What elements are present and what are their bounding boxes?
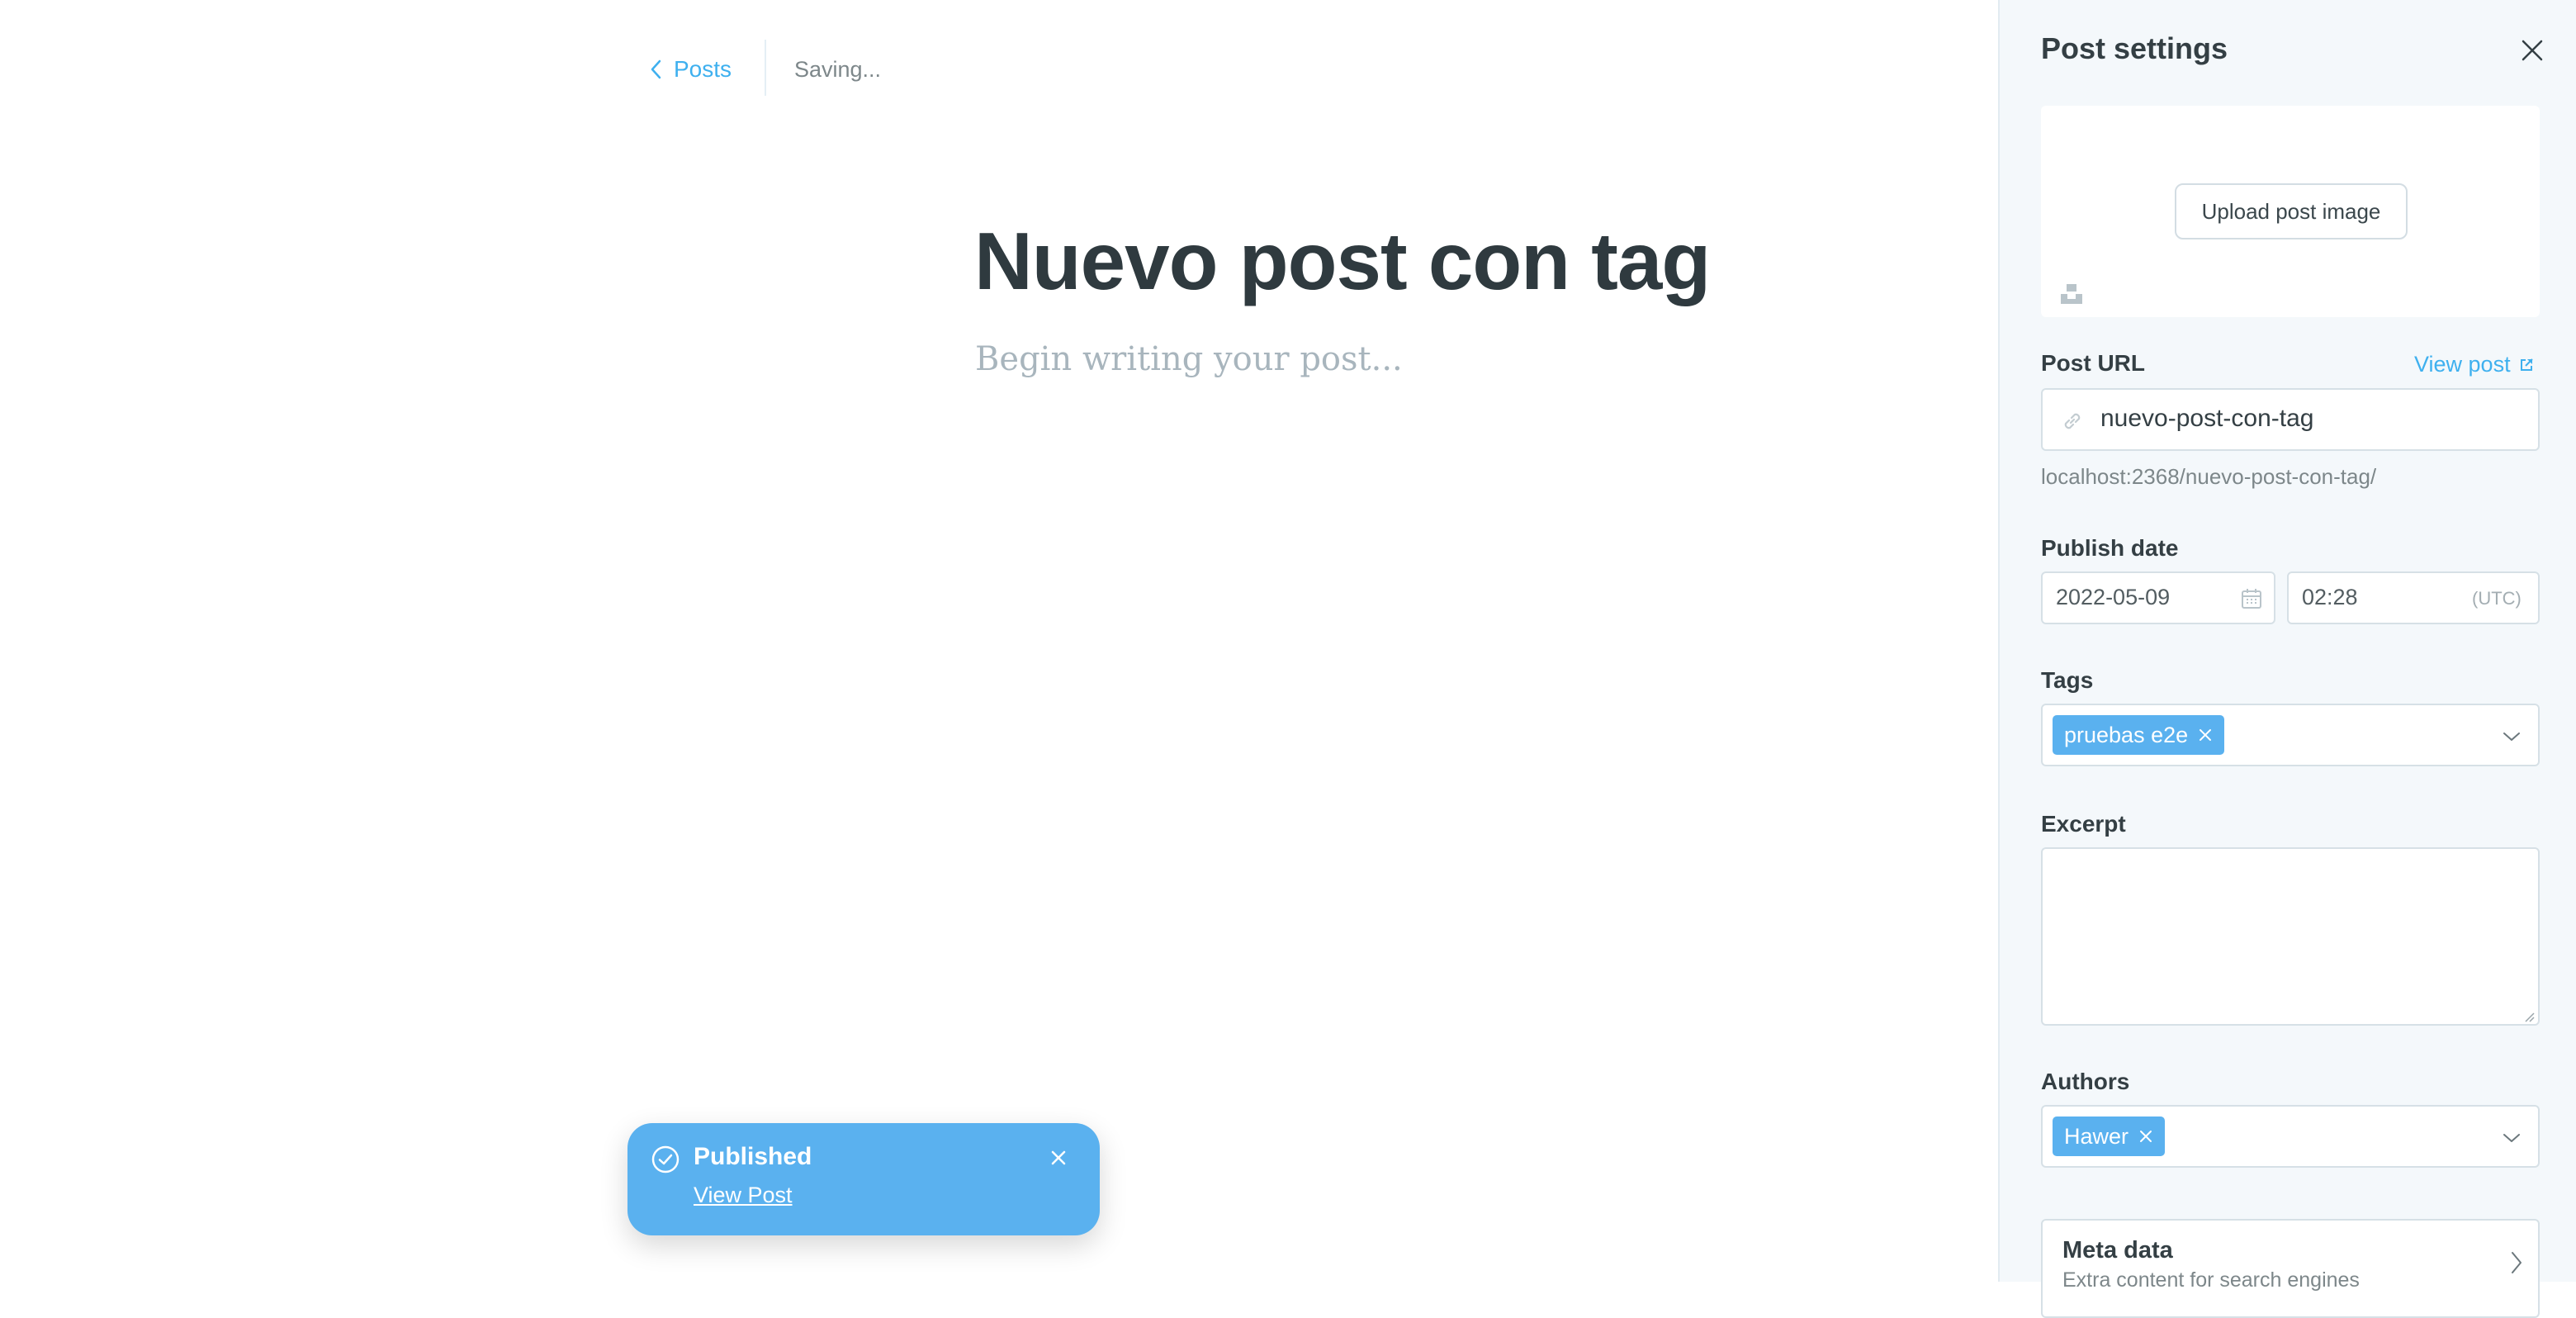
tag-token[interactable]: pruebas e2e [2053, 715, 2225, 755]
external-link-icon [2520, 358, 2533, 371]
publish-date-input[interactable]: 2022-05-09 [2041, 571, 2275, 624]
post-url-input[interactable]: nuevo-post-con-tag [2041, 388, 2540, 451]
meta-data-subtitle: Extra content for search engines [2062, 1268, 2360, 1292]
publish-time-value: 02:28 [2302, 585, 2358, 609]
post-settings-panel: Post settings Upload post image Post URL… [1998, 0, 2576, 1318]
tag-token-label: pruebas e2e [2064, 722, 2189, 747]
timezone-label: (UTC) [2472, 588, 2522, 609]
publish-time-input[interactable]: 02:28 (UTC) [2287, 571, 2540, 624]
back-link-label: Posts [674, 56, 732, 82]
view-post-link[interactable]: View post [2414, 352, 2534, 377]
authors-input[interactable]: Hawer [2041, 1105, 2540, 1168]
chevron-down-icon[interactable] [2502, 730, 2522, 743]
post-url-value: nuevo-post-con-tag [2100, 405, 2314, 432]
check-circle-icon [651, 1145, 680, 1173]
excerpt-textarea[interactable] [2041, 847, 2540, 1026]
post-image-dropzone: Upload post image [2041, 106, 2540, 317]
tags-label: Tags [2041, 667, 2094, 693]
meta-data-title: Meta data [2062, 1237, 2173, 1263]
tags-input[interactable]: pruebas e2e [2041, 704, 2540, 766]
publish-date-value: 2022-05-09 [2056, 585, 2171, 609]
author-token-label: Hawer [2064, 1123, 2129, 1149]
view-post-label: View post [2414, 352, 2511, 377]
back-to-posts-link[interactable]: Posts [649, 51, 732, 88]
published-toast: Published View Post [627, 1123, 1100, 1235]
authors-label: Authors [2041, 1069, 2130, 1094]
unsplash-icon[interactable] [2059, 281, 2084, 306]
chevron-down-icon[interactable] [2502, 1131, 2522, 1145]
toast-title: Published [694, 1143, 812, 1170]
remove-tag-icon[interactable] [2198, 728, 2213, 742]
meta-data-card[interactable]: Meta data Extra content for search engin… [2041, 1219, 2540, 1318]
remove-author-icon[interactable] [2138, 1129, 2153, 1144]
author-token[interactable]: Hawer [2053, 1117, 2166, 1156]
post-url-preview: localhost:2368/nuevo-post-con-tag/ [2041, 464, 2377, 489]
post-title[interactable]: Nuevo post con tag [974, 215, 1711, 308]
upload-post-image-button[interactable]: Upload post image [2175, 183, 2408, 239]
post-url-label: Post URL [2041, 350, 2145, 376]
toast-view-post-link[interactable]: View Post [694, 1183, 793, 1208]
resize-handle-icon[interactable] [2523, 1011, 2535, 1022]
excerpt-label: Excerpt [2041, 811, 2126, 837]
panel-title: Post settings [2041, 31, 2228, 65]
post-body-placeholder[interactable]: Begin writing your post... [975, 340, 1403, 378]
calendar-icon[interactable] [2239, 586, 2264, 611]
save-status: Saving... [794, 56, 882, 82]
publish-date-label: Publish date [2041, 535, 2179, 561]
close-icon[interactable] [1049, 1148, 1068, 1168]
close-icon[interactable] [2520, 38, 2545, 63]
chevron-right-icon [2512, 1252, 2522, 1273]
chevron-left-icon [651, 59, 661, 79]
header-divider [765, 40, 766, 96]
link-icon [2064, 413, 2081, 429]
